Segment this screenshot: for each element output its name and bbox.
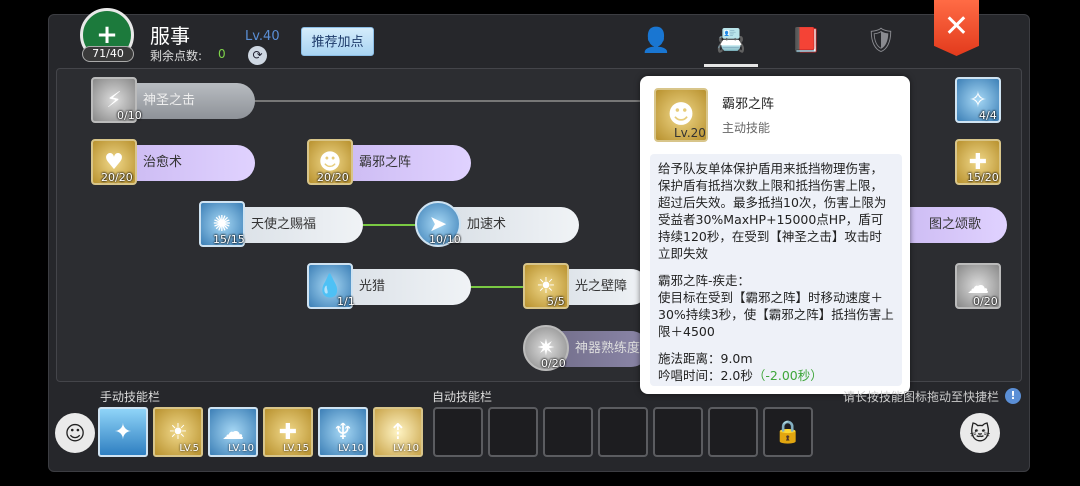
skill-slot-icon: ✦ bbox=[113, 419, 133, 445]
skill-count: 0/20 bbox=[973, 295, 998, 308]
skill-slot-icon: ☀ bbox=[168, 419, 188, 445]
skill-connector bbox=[255, 100, 655, 102]
auto-skill-slot[interactable] bbox=[708, 407, 758, 457]
skill-count: 15/15 bbox=[213, 233, 245, 246]
recommend-points-button[interactable]: 推荐加点 bbox=[301, 27, 374, 56]
skill-count: 0/10 bbox=[117, 109, 142, 122]
guild-icon: 🛡 bbox=[865, 26, 897, 54]
player-level: Lv.40 bbox=[245, 29, 280, 44]
locked-skill-slot[interactable]: 🔒 bbox=[763, 407, 813, 457]
tooltip-desc-upgrade: 霸邪之阵-疾走： 使目标在受到【霸邪之阵】时移动速度＋30%持续3秒，使【霸邪之… bbox=[658, 273, 894, 339]
auto-skill-slot[interactable] bbox=[488, 407, 538, 457]
info-icon[interactable]: ! bbox=[1005, 388, 1021, 404]
tooltip-description[interactable]: 给予队友单体保护盾用来抵挡物理伤害，保护盾有抵挡次数上限和抵挡伤害上限，超过后失… bbox=[650, 154, 902, 386]
skill-count: 4/4 bbox=[979, 109, 997, 122]
manual-skill-slot[interactable]: ✦ bbox=[98, 407, 148, 457]
auto-skill-slot[interactable] bbox=[653, 407, 703, 457]
skill-slot-icon: ☁ bbox=[222, 419, 244, 445]
tab-skill-book[interactable]: 📇 bbox=[715, 26, 747, 54]
skill-count: 1/1 bbox=[337, 295, 355, 308]
skill-connector bbox=[471, 286, 531, 288]
left-avatar-button[interactable]: ☺ bbox=[55, 413, 95, 453]
tooltip-cast-time-bonus: （-2.00秒） bbox=[752, 368, 823, 383]
remaining-points-label: 剩余点数: bbox=[150, 49, 203, 63]
close-button[interactable]: ✕ bbox=[934, 0, 979, 56]
drag-hint-text: 请长按技能图标拖动至快捷栏 bbox=[843, 390, 1000, 404]
skill-slot-level: LV.5 bbox=[179, 443, 199, 454]
skill-slot-level: LV.10 bbox=[393, 443, 419, 454]
codex-icon: 📕 bbox=[791, 26, 821, 54]
remaining-points-value: 0 bbox=[218, 47, 226, 61]
tab-character[interactable]: 👤 bbox=[640, 26, 672, 54]
character-icon: 👤 bbox=[641, 26, 671, 54]
skill-count: 20/20 bbox=[317, 171, 349, 184]
manual-skill-bar-label: 手动技能栏 bbox=[100, 390, 161, 404]
manual-skill-slot[interactable]: ♆ LV.10 bbox=[318, 407, 368, 457]
skill-slot-level: LV.10 bbox=[228, 443, 254, 454]
manual-skill-slot[interactable]: ☀ LV.5 bbox=[153, 407, 203, 457]
tab-codex[interactable]: 📕 bbox=[790, 26, 822, 54]
tooltip-cast-time-row: 吟唱时间：2.0秒（-2.00秒） bbox=[658, 367, 894, 384]
tooltip-skill-level: Lv.20 bbox=[674, 126, 706, 140]
skill-count: 15/20 bbox=[967, 171, 999, 184]
lock-icon: 🔒 bbox=[774, 419, 802, 445]
auto-skill-slot[interactable] bbox=[598, 407, 648, 457]
tooltip-desc-main: 给予队友单体保护盾用来抵挡物理伤害，保护盾有抵挡次数上限和抵挡伤害上限，超过后失… bbox=[658, 161, 887, 261]
skill-book-icon: 📇 bbox=[716, 26, 746, 54]
skill-connector bbox=[363, 224, 423, 226]
skill-points-used: 71/40 bbox=[82, 46, 134, 62]
skill-slot-level: LV.15 bbox=[283, 443, 309, 454]
tab-guild[interactable]: 🛡 bbox=[865, 26, 897, 54]
skill-count: 0/20 bbox=[541, 357, 566, 370]
skill-count: 5/5 bbox=[547, 295, 565, 308]
active-tab-indicator bbox=[704, 64, 758, 67]
auto-skill-slot[interactable] bbox=[433, 407, 483, 457]
auto-skill-slot[interactable] bbox=[543, 407, 593, 457]
manual-skill-slot[interactable]: ☁ LV.10 bbox=[208, 407, 258, 457]
skill-count: 10/10 bbox=[429, 233, 461, 246]
skill-slot-level: LV.10 bbox=[338, 443, 364, 454]
tooltip-skill-name: 霸邪之阵 bbox=[722, 97, 775, 112]
skill-slot-icon: ✚ bbox=[278, 419, 298, 445]
reset-points-icon[interactable]: ⟳ bbox=[248, 46, 267, 65]
face-icon: ☺ bbox=[64, 421, 86, 445]
skill-tooltip: ☻ Lv.20 霸邪之阵 主动技能 给予队友单体保护盾用来抵挡物理伤害，保护盾有… bbox=[640, 76, 910, 394]
manual-skill-slot[interactable]: ✚ LV.15 bbox=[263, 407, 313, 457]
tooltip-skill-type: 主动技能 bbox=[722, 121, 771, 135]
skill-count: 20/20 bbox=[101, 171, 133, 184]
skill-slot-icon: ⇡ bbox=[388, 419, 408, 445]
class-name: 服事 bbox=[150, 24, 190, 48]
auto-skill-bar-label: 自动技能栏 bbox=[432, 390, 493, 404]
right-avatar-button[interactable]: 🐱 bbox=[960, 413, 1000, 453]
skill-slot-icon: ♆ bbox=[333, 419, 353, 445]
manual-skill-slot[interactable]: ⇡ LV.10 bbox=[373, 407, 423, 457]
tooltip-cast-time: 吟唱时间：2.0秒 bbox=[658, 368, 753, 383]
cat-icon: 🐱 bbox=[969, 421, 991, 445]
tooltip-cast-distance: 施法距离：9.0m bbox=[658, 351, 753, 366]
